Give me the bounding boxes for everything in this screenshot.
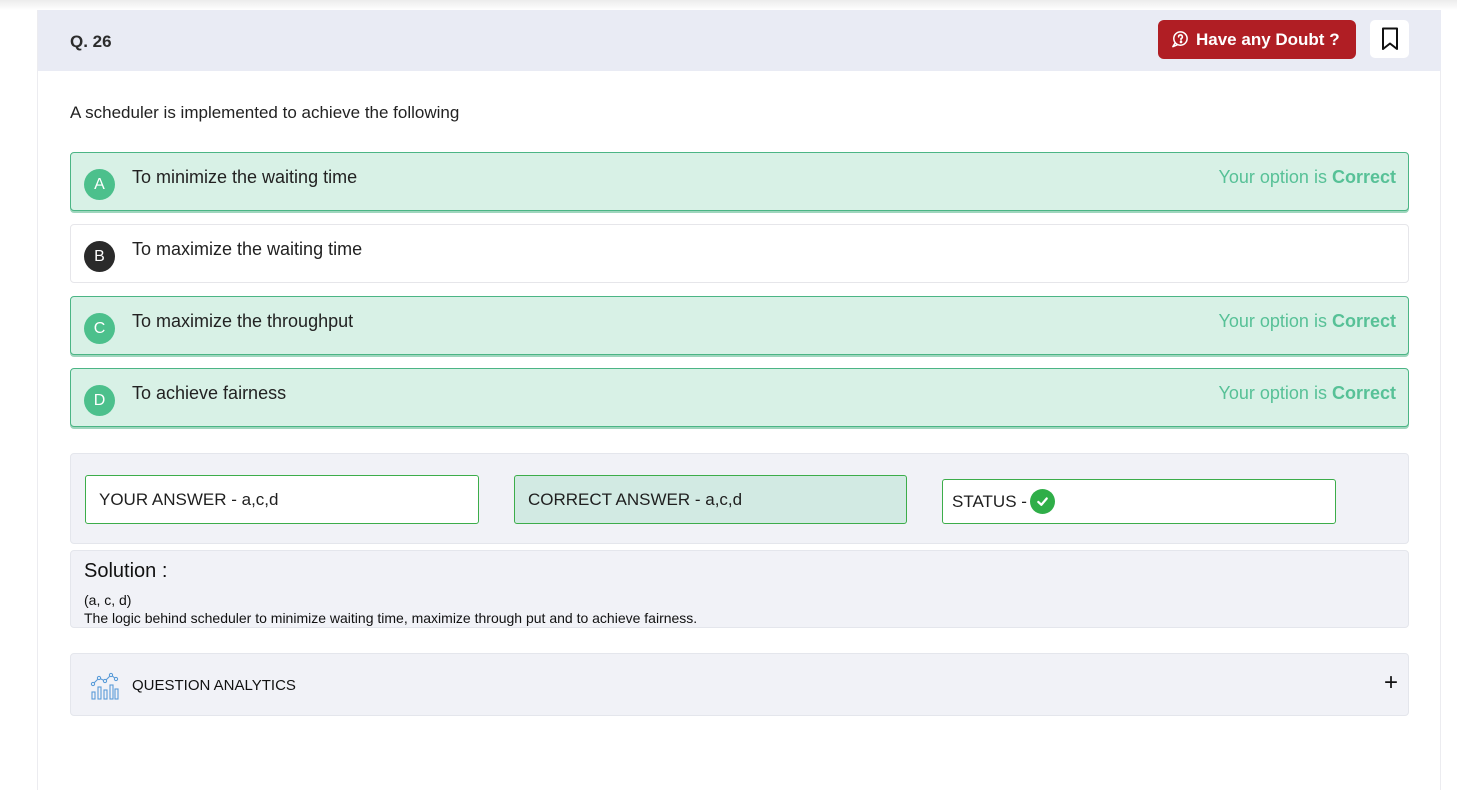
option-verdict: Your option is Correct xyxy=(1219,167,1396,188)
solution-title: Solution : xyxy=(84,560,168,582)
question-header: Q. 26 Have any Doubt ? xyxy=(38,10,1441,71)
verdict-word: Correct xyxy=(1331,383,1396,403)
option-b[interactable]: B To maximize the waiting time xyxy=(70,224,1409,283)
have-doubt-label: Have any Doubt ? xyxy=(1196,29,1340,49)
solution-explanation: The logic behind scheduler to minimize w… xyxy=(84,610,698,626)
option-text: To achieve fairness xyxy=(132,383,287,403)
bookmark-icon xyxy=(1381,27,1398,50)
option-c[interactable]: C To maximize the throughput Your option… xyxy=(70,296,1409,355)
status-label: STATUS - xyxy=(952,491,1027,511)
answers-panel: YOUR ANSWER - a,c,d CORRECT ANSWER - a,c… xyxy=(70,453,1409,544)
verdict-word: Correct xyxy=(1331,167,1396,187)
have-doubt-button[interactable]: Have any Doubt ? xyxy=(1158,20,1356,59)
option-letter: A xyxy=(84,169,115,200)
check-circle-icon xyxy=(1029,489,1055,514)
verdict-prefix: Your option is xyxy=(1218,383,1327,403)
question-number: Q. 26 xyxy=(70,32,112,51)
solution-panel: Solution : (a, c, d) The logic behind sc… xyxy=(70,550,1409,628)
option-letter: B xyxy=(84,241,115,272)
question-card: Q. 26 Have any Doubt ? A scheduler is im… xyxy=(37,10,1441,790)
option-text: To minimize the waiting time xyxy=(132,167,358,187)
verdict-word: Correct xyxy=(1331,311,1396,331)
verdict-prefix: Your option is xyxy=(1218,167,1327,187)
question-text: A scheduler is implemented to achieve th… xyxy=(70,103,460,122)
option-text: To maximize the waiting time xyxy=(132,239,363,259)
status-box: STATUS - xyxy=(942,479,1336,524)
option-verdict: Your option is Correct xyxy=(1219,311,1396,332)
expand-plus-icon[interactable]: + xyxy=(1384,671,1398,695)
bookmark-button[interactable] xyxy=(1370,20,1409,58)
analytics-chart-icon xyxy=(90,672,119,700)
question-analytics-accordion[interactable]: QUESTION ANALYTICS + xyxy=(70,653,1409,716)
option-verdict: Your option is Correct xyxy=(1219,383,1396,404)
option-d[interactable]: D To achieve fairness Your option is Cor… xyxy=(70,368,1409,427)
option-letter: C xyxy=(84,313,115,344)
doubt-bubble-icon xyxy=(1172,31,1188,48)
option-letter: D xyxy=(84,385,115,416)
correct-answer-box: CORRECT ANSWER - a,c,d xyxy=(514,475,907,524)
your-answer-box: YOUR ANSWER - a,c,d xyxy=(85,475,479,524)
top-shadow xyxy=(0,0,1457,10)
option-text: To maximize the throughput xyxy=(132,311,354,331)
analytics-label: QUESTION ANALYTICS xyxy=(132,677,296,694)
option-a[interactable]: A To minimize the waiting time Your opti… xyxy=(70,152,1409,211)
verdict-prefix: Your option is xyxy=(1218,311,1327,331)
solution-answer: (a, c, d) xyxy=(84,592,132,608)
